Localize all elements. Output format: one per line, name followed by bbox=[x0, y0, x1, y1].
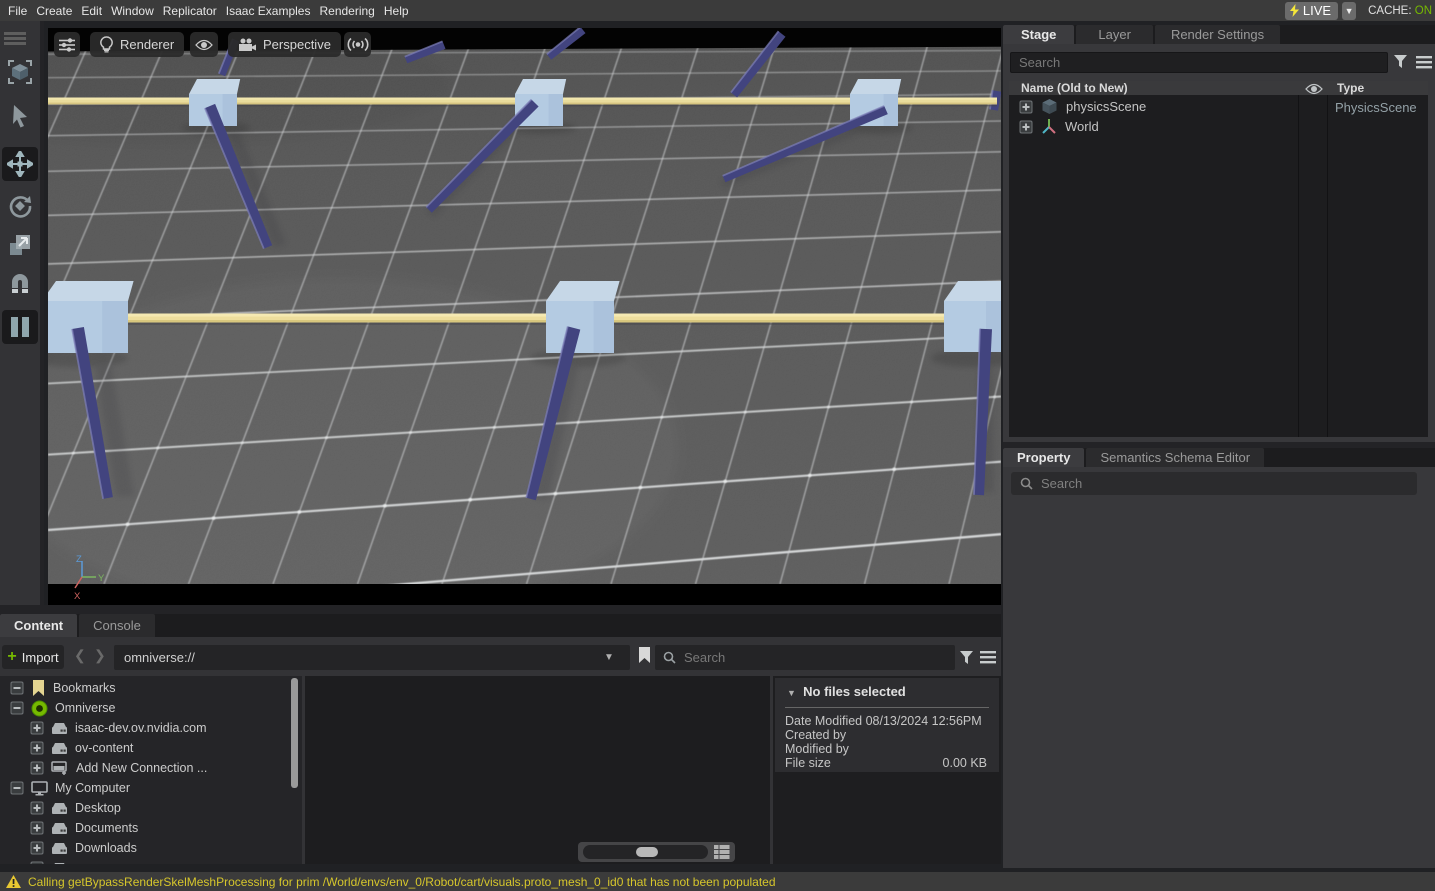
svg-text:X: X bbox=[74, 591, 81, 602]
svg-text:Y: Y bbox=[98, 573, 105, 584]
svg-text:Z: Z bbox=[76, 554, 82, 565]
